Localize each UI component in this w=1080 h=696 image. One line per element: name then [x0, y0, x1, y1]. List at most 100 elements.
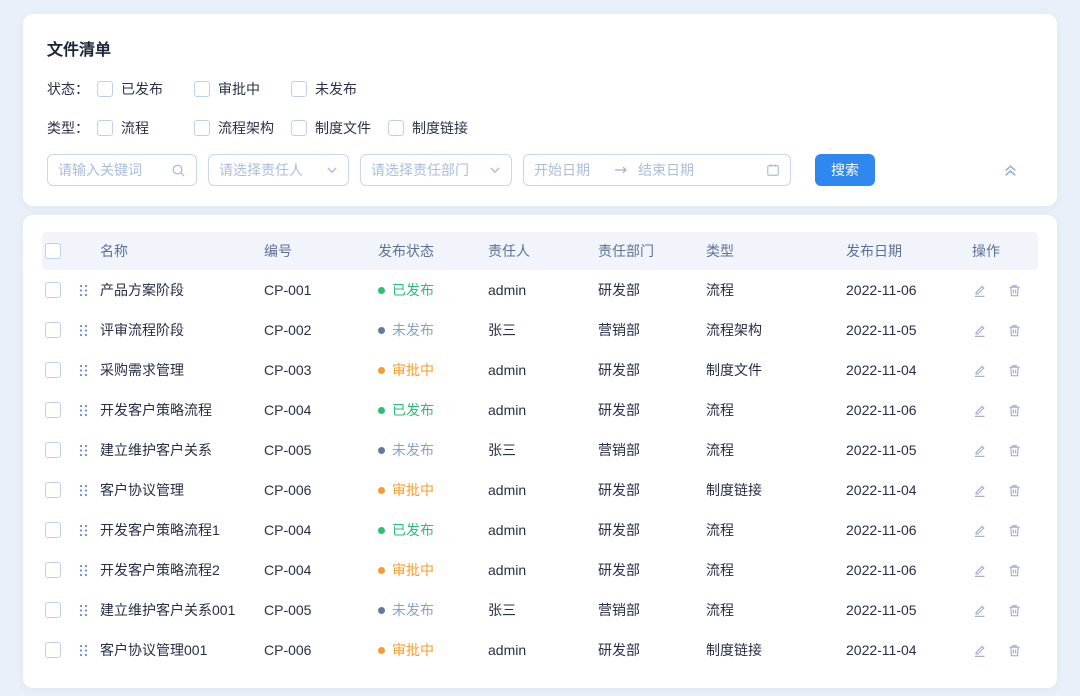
row-code: CP-004 [264, 402, 378, 418]
row-type: 流程 [706, 560, 846, 580]
trash-icon[interactable] [1007, 443, 1022, 458]
checkbox-icon[interactable] [194, 120, 210, 136]
status-text: 已发布 [392, 400, 434, 420]
department-select-placeholder: 请选择责任部门 [371, 160, 489, 180]
row-checkbox[interactable] [45, 282, 61, 298]
chevron-down-icon [489, 164, 501, 176]
double-chevron-up-icon[interactable] [1002, 162, 1019, 179]
start-date-placeholder: 开始日期 [534, 160, 614, 180]
checkbox-icon[interactable] [194, 81, 210, 97]
row-department: 营销部 [598, 600, 706, 620]
type-checkbox-link[interactable]: 制度链接 [388, 118, 485, 138]
row-name: 客户协议管理 [100, 480, 264, 500]
row-checkbox[interactable] [45, 442, 61, 458]
status-text: 已发布 [392, 520, 434, 540]
drag-dots-icon[interactable] [78, 363, 100, 378]
trash-icon[interactable] [1007, 563, 1022, 578]
drag-dots-icon[interactable] [78, 323, 100, 338]
drag-dots-icon[interactable] [78, 563, 100, 578]
drag-dots-icon[interactable] [78, 283, 100, 298]
pencil-icon[interactable] [972, 523, 987, 538]
search-icon[interactable] [171, 163, 186, 178]
drag-dots-icon[interactable] [78, 643, 100, 658]
select-all-checkbox[interactable] [45, 243, 61, 259]
checkbox-icon[interactable] [97, 120, 113, 136]
row-code: CP-006 [264, 642, 378, 658]
row-owner: 张三 [488, 320, 598, 340]
status-dot [378, 567, 385, 574]
drag-dots-icon[interactable] [78, 523, 100, 538]
row-name: 开发客户策略流程 [100, 400, 264, 420]
table-header-row: 名称 编号 发布状态 责任人 责任部门 类型 发布日期 操作 [42, 232, 1038, 270]
pencil-icon[interactable] [972, 643, 987, 658]
search-button[interactable]: 搜索 [815, 154, 875, 186]
drag-dots-icon[interactable] [78, 483, 100, 498]
keyword-input[interactable]: 请输入关键词 [47, 154, 197, 186]
trash-icon[interactable] [1007, 363, 1022, 378]
trash-icon[interactable] [1007, 643, 1022, 658]
type-checkbox-architecture[interactable]: 流程架构 [194, 118, 291, 138]
status-dot [378, 287, 385, 294]
trash-icon[interactable] [1007, 323, 1022, 338]
row-checkbox[interactable] [45, 562, 61, 578]
trash-icon[interactable] [1007, 483, 1022, 498]
row-date: 2022-11-04 [846, 642, 972, 658]
row-type: 流程 [706, 520, 846, 540]
row-type: 流程架构 [706, 320, 846, 340]
row-name: 采购需求管理 [100, 360, 264, 380]
status-checkbox-published[interactable]: 已发布 [97, 79, 194, 99]
row-code: CP-004 [264, 522, 378, 538]
pencil-icon[interactable] [972, 403, 987, 418]
status-badge: 已发布 [378, 280, 488, 300]
pencil-icon[interactable] [972, 283, 987, 298]
type-checkbox-process[interactable]: 流程 [97, 118, 194, 138]
row-owner: admin [488, 282, 598, 298]
row-name: 客户协议管理001 [100, 640, 264, 660]
pencil-icon[interactable] [972, 363, 987, 378]
checkbox-label: 未发布 [315, 79, 357, 99]
column-header-status: 发布状态 [378, 241, 488, 261]
checkbox-icon[interactable] [291, 120, 307, 136]
status-checkbox-unpublished[interactable]: 未发布 [291, 79, 388, 99]
row-code: CP-005 [264, 442, 378, 458]
column-header-department: 责任部门 [598, 241, 706, 261]
pencil-icon[interactable] [972, 483, 987, 498]
row-checkbox[interactable] [45, 362, 61, 378]
status-dot [378, 367, 385, 374]
checkbox-label: 审批中 [218, 79, 260, 99]
row-checkbox[interactable] [45, 602, 61, 618]
checkbox-icon[interactable] [388, 120, 404, 136]
table-row: 采购需求管理 CP-003 审批中 admin 研发部 制度文件 2022-11… [42, 350, 1038, 390]
checkbox-icon[interactable] [97, 81, 113, 97]
column-header-date: 发布日期 [846, 241, 972, 261]
row-checkbox[interactable] [45, 522, 61, 538]
drag-dots-icon[interactable] [78, 443, 100, 458]
row-date: 2022-11-06 [846, 522, 972, 538]
pencil-icon[interactable] [972, 603, 987, 618]
calendar-icon[interactable] [766, 163, 780, 177]
trash-icon[interactable] [1007, 403, 1022, 418]
checkbox-icon[interactable] [291, 81, 307, 97]
pencil-icon[interactable] [972, 323, 987, 338]
pencil-icon[interactable] [972, 443, 987, 458]
row-checkbox[interactable] [45, 642, 61, 658]
row-name: 产品方案阶段 [100, 280, 264, 300]
trash-icon[interactable] [1007, 283, 1022, 298]
status-checkbox-pending[interactable]: 审批中 [194, 79, 291, 99]
row-checkbox[interactable] [45, 402, 61, 418]
row-checkbox[interactable] [45, 482, 61, 498]
trash-icon[interactable] [1007, 603, 1022, 618]
owner-select[interactable]: 请选择责任人 [208, 154, 349, 186]
type-filter-row: 类型： 流程 流程架构 制度文件 制度链接 [47, 118, 1033, 138]
date-range-picker[interactable]: 开始日期 结束日期 [523, 154, 791, 186]
type-checkbox-document[interactable]: 制度文件 [291, 118, 388, 138]
row-actions [972, 523, 1038, 538]
status-text: 审批中 [392, 480, 434, 500]
drag-dots-icon[interactable] [78, 603, 100, 618]
trash-icon[interactable] [1007, 523, 1022, 538]
row-code: CP-002 [264, 322, 378, 338]
drag-dots-icon[interactable] [78, 403, 100, 418]
row-checkbox[interactable] [45, 322, 61, 338]
pencil-icon[interactable] [972, 563, 987, 578]
department-select[interactable]: 请选择责任部门 [360, 154, 512, 186]
